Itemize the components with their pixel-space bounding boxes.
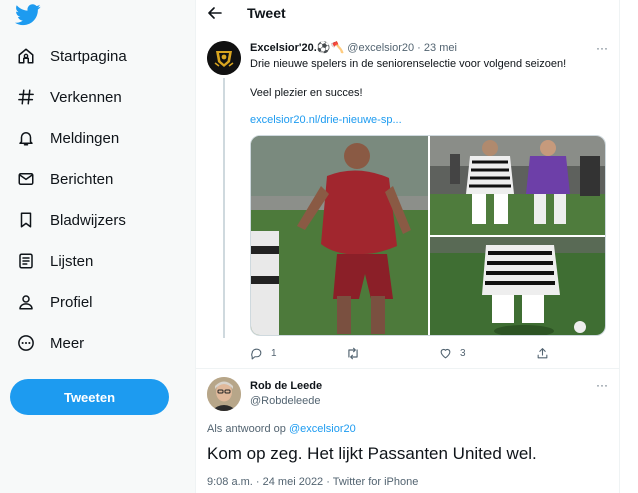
reply-prefix: Als antwoord op [207,423,286,435]
home-icon [16,46,36,66]
reply-button[interactable]: 1 [250,346,277,360]
tweet-media-grid [250,135,606,336]
sidebar-item-label: Startpagina [50,47,127,65]
reply-count: 1 [271,347,277,359]
author-handle[interactable]: @excelsior20 [347,42,414,54]
tweet-text-line: Veel plezier en succes! [250,87,363,99]
sidebar-item-verkennen[interactable]: Verkennen [16,81,122,113]
sidebar-item-label: Bladwijzers [50,211,126,229]
more-options-icon[interactable]: ··· [594,42,610,54]
author-name[interactable]: Excelsior'20.⚽🪓 [250,42,344,54]
more-circle-icon [16,333,36,353]
more-options-icon[interactable]: ··· [594,379,610,391]
sidebar-item-meldingen[interactable]: Meldingen [16,122,119,154]
sidebar-item-bladwijzers[interactable]: Bladwijzers [16,204,126,236]
author-handle[interactable]: @Robdeleede [250,395,321,407]
sidebar-item-label: Profiel [50,293,93,311]
hashtag-icon [16,87,36,107]
retweet-button[interactable] [346,346,368,360]
reply-mention-link[interactable]: @excelsior20 [289,423,356,435]
reply-text: Kom op zeg. Het lijkt Passanten United w… [207,444,537,463]
share-button[interactable] [536,346,557,360]
back-arrow-icon[interactable] [206,4,224,22]
bell-icon [16,128,36,148]
mail-icon [16,169,36,189]
reply-context: Als antwoord op @excelsior20 [207,423,356,435]
author-name[interactable]: Rob de Leede [250,380,322,392]
share-icon [537,347,548,358]
user-photo-icon [207,377,241,411]
tweet-button[interactable]: Tweeten [10,379,169,415]
media-photo[interactable] [251,136,428,335]
sidebar-item-label: Verkennen [50,88,122,106]
bookmark-icon [16,210,36,230]
sidebar-item-label: Berichten [50,170,114,188]
club-crest-icon [207,41,241,75]
retweet-icon [348,347,358,359]
sidebar-item-startpagina[interactable]: Startpagina [16,40,127,72]
sidebar-item-label: Meldingen [50,129,120,147]
sidebar-item-profiel[interactable]: Profiel [16,286,93,318]
sidebar-item-label: Meer [50,334,85,352]
person-icon [16,292,36,312]
avatar[interactable] [207,377,241,411]
sidebar-item-berichten[interactable]: Berichten [16,163,113,195]
tweet-header: Excelsior'20.⚽🪓 @excelsior20 · 23 mei [250,41,457,54]
tweet-text-line: Drie nieuwe spelers in de seniorenselect… [250,58,567,70]
list-icon [16,251,36,271]
separator: · [417,42,421,54]
twitter-bird-logo-icon[interactable] [15,4,41,26]
like-count: 3 [460,347,466,359]
sidebar-item-label: Lijsten [50,252,94,270]
media-photo[interactable] [430,237,605,335]
main-column: Tweet Excelsior'20.⚽🪓 @excelsior20 · 23 … [195,0,620,493]
heart-icon [440,348,451,358]
sidebar-item-meer[interactable]: Meer [16,327,84,359]
sidebar: Startpagina Verkennen Meldingen Berichte… [0,0,195,493]
avatar[interactable] [207,41,241,75]
page-title: Tweet [247,5,286,21]
sidebar-item-lijsten[interactable]: Lijsten [16,245,93,277]
tweet-meta[interactable]: 9:08 a.m. · 24 mei 2022 · Twitter for iP… [207,476,418,488]
media-photo[interactable] [430,136,605,235]
divider [196,368,619,369]
tweet-time[interactable]: 23 mei [424,42,457,54]
like-button[interactable]: 3 [439,346,466,360]
thread-line [223,78,225,338]
reply-icon [251,348,262,359]
tweet-link[interactable]: excelsior20.nl/drie-nieuwe-sp... [250,114,402,126]
